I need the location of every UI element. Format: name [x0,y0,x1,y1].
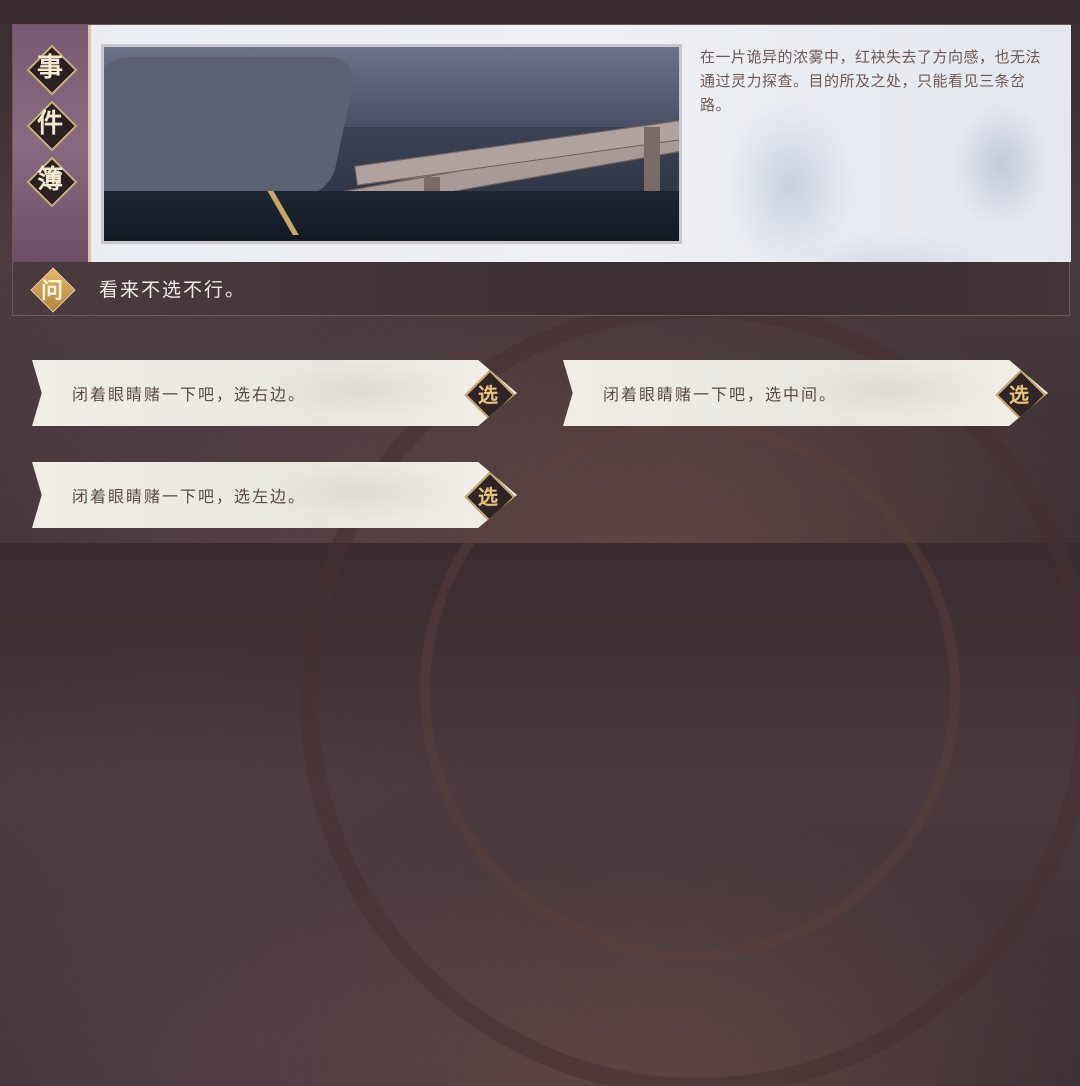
event-panel: 事 件 簿 在一片诡异的浓雾中，红袂失去了方向感，也无法通过灵力探查。目的所及之… [12,24,1071,316]
event-title-char-2: 件 [29,103,71,145]
event-title-char-3: 簿 [29,159,71,201]
event-title-strip: 事 件 簿 [13,25,91,262]
choice-middle-select-button[interactable]: 选 [996,370,1042,416]
question-text: 看来不选不行。 [99,279,247,301]
event-title-char-1: 事 [29,47,71,89]
question-bar: 问 看来不选不行。 [13,262,1069,315]
event-scene-image [101,44,682,244]
event-card: 事 件 簿 在一片诡异的浓雾中，红袂失去了方向感，也无法通过灵力探查。目的所及之… [13,25,1071,262]
choice-right[interactable]: 闭着眼睛赌一下吧，选右边。 选 [32,360,517,426]
choice-left-text: 闭着眼睛赌一下吧，选左边。 [72,487,307,506]
choice-right-text: 闭着眼睛赌一下吧，选右边。 [72,385,307,404]
choice-middle-text: 闭着眼睛赌一下吧，选中间。 [603,385,838,404]
event-description: 在一片诡异的浓雾中，红袂失去了方向感，也无法通过灵力探查。目的所及之处，只能看见… [700,48,1042,114]
question-icon: 问 [33,270,71,308]
choice-middle[interactable]: 闭着眼睛赌一下吧，选中间。 选 [563,360,1048,426]
choice-left[interactable]: 闭着眼睛赌一下吧，选左边。 选 [32,462,517,528]
